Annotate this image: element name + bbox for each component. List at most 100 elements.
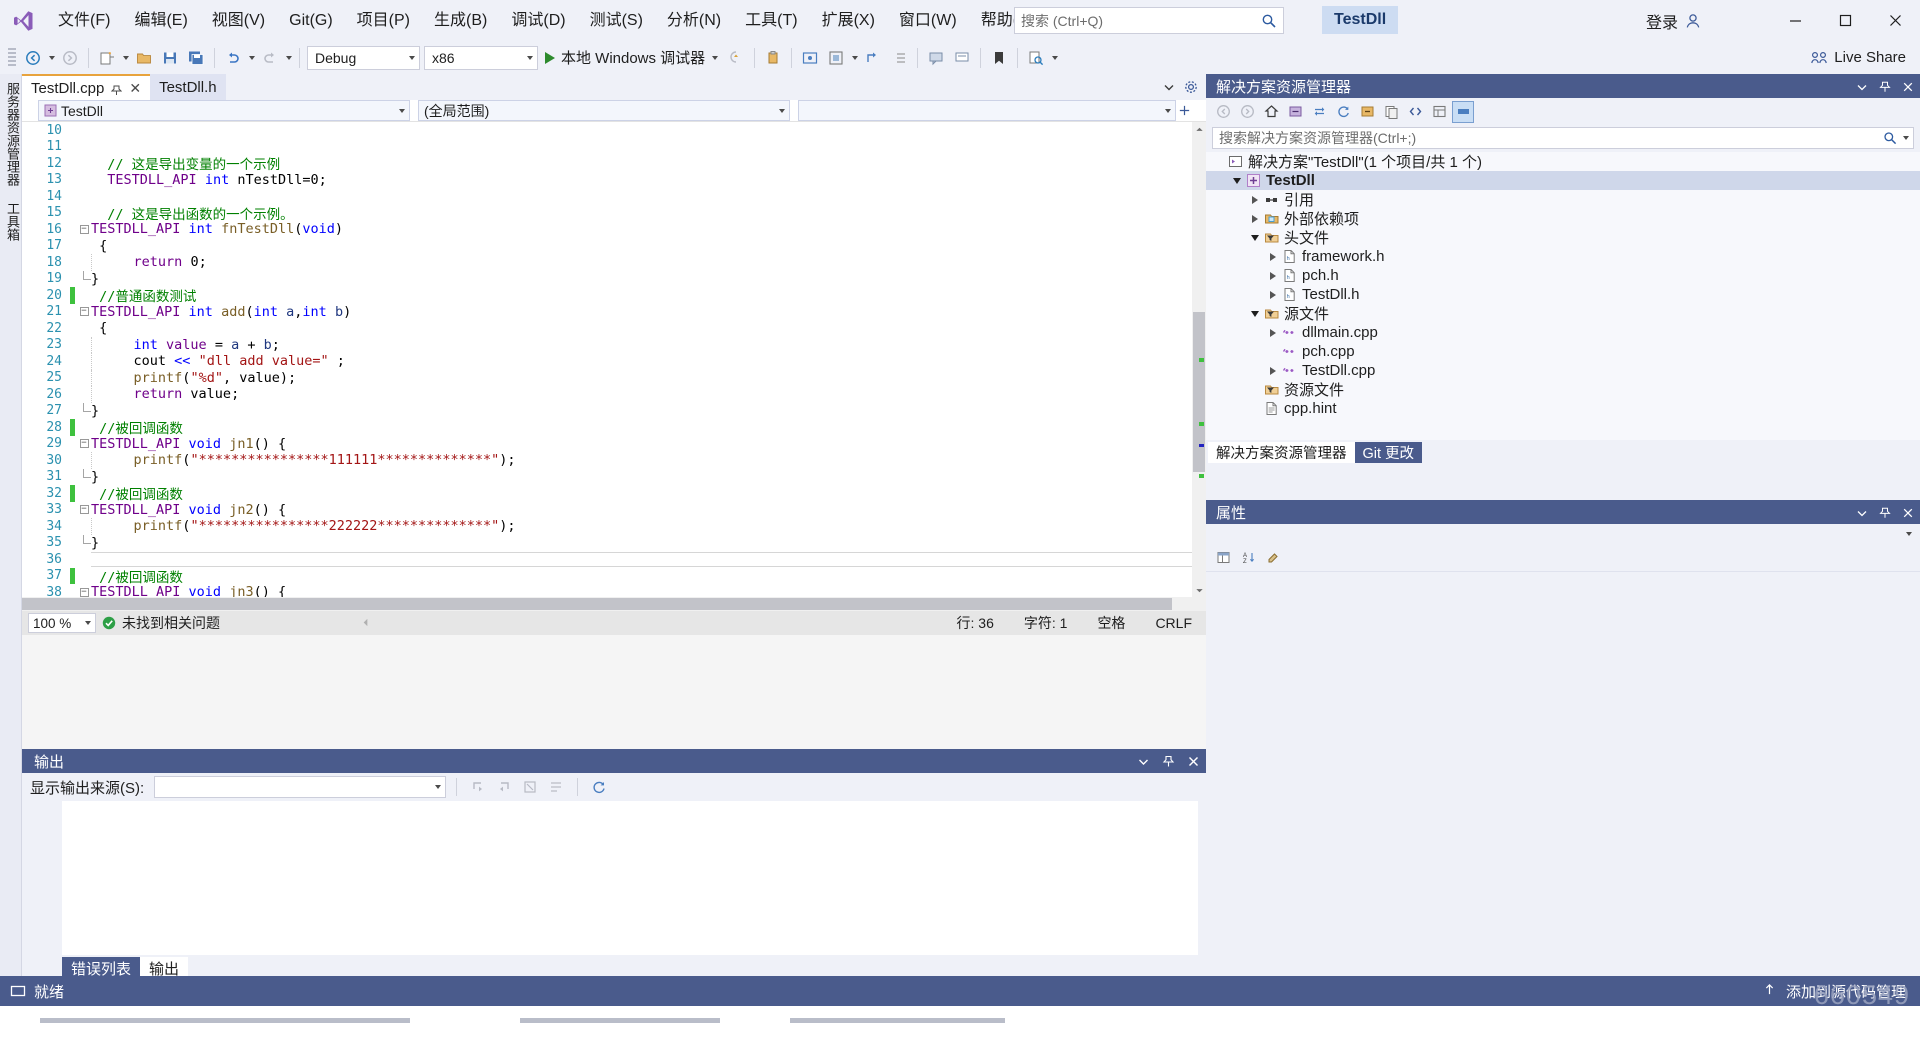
code-line[interactable]: 20 //普通函数测试 [22, 287, 1206, 304]
expander-collapsed-icon[interactable] [1266, 367, 1280, 375]
solution-platform-dropdown[interactable]: x86 [424, 46, 538, 70]
chevron-down-icon-props-obj[interactable] [1906, 532, 1912, 536]
collapse-icon[interactable]: − [80, 307, 89, 316]
save-all-icon[interactable] [184, 46, 208, 70]
code-line[interactable]: 33−TESTDLL_API void jn2() { [22, 502, 1206, 519]
line-ending-indicator[interactable]: CRLF [1155, 615, 1192, 631]
tree-item-dllmain-cpp[interactable]: dllmain.cpp [1206, 323, 1920, 342]
preview-selected-icon[interactable] [1452, 101, 1474, 123]
navbar-type-dropdown[interactable]: TestDll [38, 100, 410, 121]
solution-explorer-search-input[interactable]: 搜索解决方案资源管理器(Ctrl+;) [1212, 127, 1914, 149]
code-line[interactable]: 17 { [22, 238, 1206, 255]
menu-item-debug[interactable]: 调试(D) [499, 0, 577, 41]
expander-collapsed-icon[interactable] [1266, 329, 1280, 337]
navbar-member-dropdown[interactable]: (全局范围) [418, 100, 790, 121]
bookmark-icon[interactable] [987, 46, 1011, 70]
solution-configuration-dropdown[interactable]: Debug [307, 46, 420, 70]
menu-item-test[interactable]: 测试(S) [578, 0, 655, 41]
code-line[interactable]: 22 { [22, 320, 1206, 337]
scroll-thumb[interactable] [1193, 312, 1205, 472]
gear-icon[interactable] [1184, 80, 1198, 94]
menu-item-window[interactable]: 窗口(W) [887, 0, 969, 41]
tree-item-testdll[interactable]: TestDll [1206, 171, 1920, 190]
hscroll-thumb[interactable] [22, 598, 1172, 610]
code-line[interactable]: 32 //被回调函数 [22, 485, 1206, 502]
redo-dropdown[interactable] [283, 46, 294, 70]
go-to-next-icon[interactable] [493, 776, 515, 798]
view-code-icon[interactable] [1404, 101, 1426, 123]
code-line[interactable]: 18 return 0; [22, 254, 1206, 271]
expander-expanded-icon[interactable] [1248, 311, 1262, 317]
fold-glyph[interactable]: − [77, 588, 91, 597]
navigate-forward-icon[interactable] [58, 46, 82, 70]
editor-vertical-scrollbar[interactable] [1192, 122, 1206, 597]
tree-item-testdll-cpp[interactable]: TestDll.cpp [1206, 361, 1920, 380]
menu-item-project[interactable]: 项目(P) [345, 0, 422, 41]
step-icon[interactable] [861, 46, 885, 70]
menu-item-build[interactable]: 生成(B) [422, 0, 499, 41]
chevron-down-icon-3[interactable] [712, 56, 718, 60]
expander-expanded-icon[interactable] [1230, 178, 1244, 184]
chevron-down-icon-se[interactable] [1856, 80, 1868, 92]
tree-item-pch-h[interactable]: hpch.h [1206, 266, 1920, 285]
close-icon-output[interactable] [1187, 755, 1200, 768]
expander-collapsed-icon[interactable] [1248, 196, 1262, 204]
output-text-area[interactable] [62, 801, 1198, 955]
issues-nav-icon[interactable] [360, 615, 371, 631]
arrow-up-icon[interactable] [1763, 983, 1776, 1000]
find-dropdown[interactable] [1049, 46, 1060, 70]
comment-icon[interactable] [924, 46, 948, 70]
categorized-icon[interactable] [1212, 547, 1234, 569]
tab-solution-explorer[interactable]: 解决方案资源管理器 [1208, 442, 1355, 463]
alphabetical-icon[interactable]: AZ [1237, 547, 1259, 569]
sync-views-icon[interactable] [1308, 101, 1330, 123]
fold-glyph[interactable]: − [77, 439, 91, 448]
show-all-files-icon[interactable] [1380, 101, 1402, 123]
word-wrap-icon[interactable] [545, 776, 567, 798]
refresh-icon-se[interactable] [1332, 101, 1354, 123]
chevron-down-icon-output[interactable] [1137, 755, 1150, 768]
collapse-icon[interactable]: − [80, 588, 89, 597]
minimize-button[interactable] [1770, 0, 1820, 41]
code-line[interactable]: 26 return value; [22, 386, 1206, 403]
code-line[interactable]: 12 // 这是导出变量的一个示例 [22, 155, 1206, 172]
tree-item-pch-cpp[interactable]: pch.cpp [1206, 342, 1920, 361]
code-line[interactable]: 28 //被回调函数 [22, 419, 1206, 436]
collapse-icon[interactable]: − [80, 505, 89, 514]
editor-horizontal-scrollbar[interactable] [22, 597, 1206, 611]
refresh-icon-output[interactable] [588, 776, 610, 798]
fold-glyph[interactable]: − [77, 307, 91, 316]
indent-icon[interactable] [887, 46, 911, 70]
navigate-back-dropdown[interactable] [46, 46, 57, 70]
menu-item-edit[interactable]: 编辑(E) [122, 0, 199, 41]
pin-icon[interactable] [111, 83, 122, 94]
fold-glyph[interactable]: − [77, 505, 91, 514]
tree-item-[interactable]: 源文件 [1206, 304, 1920, 323]
chevron-down-icon-tabs[interactable] [1162, 80, 1176, 94]
home-icon[interactable] [1260, 101, 1282, 123]
tree-item-cpp-hint[interactable]: cpp.hint [1206, 399, 1920, 418]
code-line[interactable]: 35} [22, 535, 1206, 552]
go-to-prev-icon[interactable] [467, 776, 489, 798]
close-icon-se[interactable] [1902, 80, 1914, 92]
code-line[interactable]: 34 printf("****************222222*******… [22, 518, 1206, 535]
tree-item-[interactable]: 引用 [1206, 190, 1920, 209]
properties-icon[interactable] [1428, 101, 1450, 123]
tab-git-changes[interactable]: Git 更改 [1355, 442, 1423, 463]
uncomment-icon[interactable] [950, 46, 974, 70]
search-input[interactable]: 搜索 (Ctrl+Q) [1014, 7, 1284, 34]
open-file-icon[interactable] [132, 46, 156, 70]
code-line[interactable]: 29−TESTDLL_API void jn1() { [22, 436, 1206, 453]
code-line[interactable]: 13 TESTDLL_API int nTestDll=0; [22, 172, 1206, 189]
navbar-third-dropdown[interactable] [798, 100, 1176, 121]
properties-page-icon[interactable] [1262, 547, 1284, 569]
navigate-back-icon-se[interactable] [1212, 101, 1234, 123]
expander-expanded-icon[interactable] [1248, 235, 1262, 241]
expander-collapsed-icon[interactable] [1248, 215, 1262, 223]
clear-output-icon[interactable] [519, 776, 541, 798]
pin-icon-se[interactable] [1879, 80, 1891, 92]
menu-item-git[interactable]: Git(G) [277, 0, 345, 41]
fold-glyph[interactable]: − [77, 225, 91, 234]
new-project-icon[interactable] [95, 46, 119, 70]
attach-process-icon[interactable] [761, 46, 785, 70]
